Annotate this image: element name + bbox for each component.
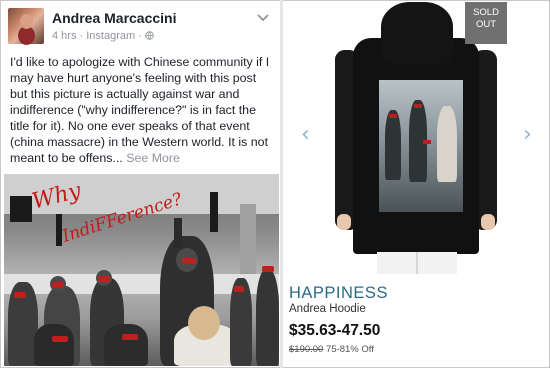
discount-label: 75-81% Off (325, 344, 374, 355)
next-image-arrow-icon[interactable]: › (523, 122, 532, 147)
post-meta: 4 hrs · Instagram · (52, 30, 154, 42)
red-blindfold (234, 286, 244, 292)
print-red-mark (389, 114, 397, 118)
avatar[interactable] (8, 8, 44, 44)
prev-image-arrow-icon[interactable]: ‹ (301, 122, 310, 147)
see-more-link[interactable]: See More (126, 151, 180, 165)
print-figure (385, 110, 401, 180)
photo-dark-block (10, 196, 32, 222)
red-blindfold (98, 276, 110, 282)
product-listing: SOLD OUT ‹ › HAPPINESS Andrea Hoodie $35… (283, 2, 548, 366)
red-blindfold (182, 258, 196, 264)
post-text: I'd like to apologize with Chinese commu… (10, 54, 274, 166)
price-comparison: $190.00 75-81% Off (289, 344, 374, 355)
red-blindfold (122, 334, 138, 340)
badge-line-1: SOLD (473, 7, 499, 18)
print-model-figure (437, 106, 457, 182)
pants-seam (416, 252, 418, 274)
badge-line-2: OUT (475, 19, 497, 30)
post-photo[interactable]: Why IndiFFerence? (4, 174, 279, 366)
hoodie-hood (381, 2, 453, 64)
red-blindfold (52, 282, 64, 288)
post-body: I'd like to apologize with Chinese commu… (10, 55, 270, 165)
chevron-down-icon[interactable] (256, 12, 270, 24)
post-timestamp[interactable]: 4 hrs · Instagram · (52, 30, 145, 42)
red-blindfold (262, 266, 274, 272)
hand-left (337, 214, 351, 230)
post-author[interactable]: Andrea Marcaccini (52, 10, 177, 26)
photo-model-hair (188, 306, 220, 340)
hand-right (481, 214, 495, 230)
photo-figure (256, 270, 279, 366)
photo-dark-bar (210, 192, 218, 232)
product-price: $35.63-47.50 (289, 322, 381, 339)
photo-arm (174, 218, 182, 248)
social-post: Andrea Marcaccini 4 hrs · Instagram · I'… (2, 2, 279, 366)
print-red-mark (423, 140, 431, 144)
print-red-mark (414, 104, 422, 108)
globe-icon (145, 31, 154, 40)
original-price: $190.00 (289, 344, 324, 355)
red-blindfold (52, 336, 68, 342)
photo-figure-kneeling (104, 324, 148, 366)
photo-pillar (240, 204, 256, 274)
hoodie-back-print (379, 80, 463, 212)
photo-figure-kneeling (34, 324, 74, 366)
product-name[interactable]: Andrea Hoodie (289, 303, 366, 315)
product-brand[interactable]: HAPPINESS (289, 284, 388, 303)
red-blindfold (14, 292, 26, 298)
sold-out-badge: SOLD OUT (465, 2, 507, 44)
